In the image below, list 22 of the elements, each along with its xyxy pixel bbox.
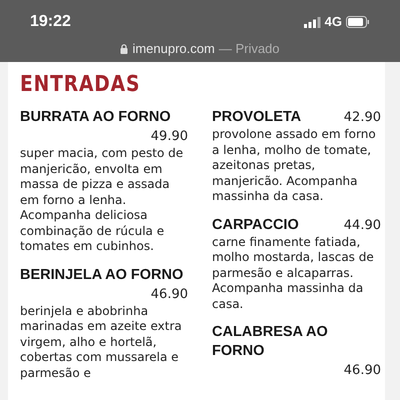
dish-description: provolone assado em forno a lenha, molho de tomate, azeitonas pretas, manjericão. Acompanha massinha da casa. <box>212 127 377 204</box>
dish-price: 46.90 <box>344 362 381 380</box>
url-domain[interactable]: imenupro.com <box>132 39 215 58</box>
dish-description: super macia, com pesto de manjericão, envolta em massa de pizza e assada em forno a lenha. Acompanha deliciosa combinação de rúcula e tomates em cubinhos. <box>20 146 184 254</box>
dish-price: 44.90 <box>344 216 381 234</box>
dish-name: PROVOLETA <box>212 108 302 127</box>
dish-price: 46.90 <box>150 286 188 304</box>
lock-icon <box>120 44 128 54</box>
private-label: — Privado <box>218 40 280 58</box>
dish-description: carne finamente fatiada, molho mostarda, lascas de parmesão e alcaparras. Acompanha massinha da casa. <box>212 234 375 312</box>
dish-description: berinjela e abobrinha marinadas em azeite extra virgem, alho e hortelã, cobertas com mussarela e parmesão e <box>20 304 183 381</box>
dish-name: BURRATA AO FORNO <box>20 108 171 127</box>
network-label: 4G <box>324 13 342 32</box>
dish-name: CARPACCIO <box>212 216 299 234</box>
section-heading: ENTRADAS <box>20 72 140 98</box>
dish-price: 42.90 <box>344 109 381 127</box>
battery-icon <box>346 16 370 28</box>
dish-name: CALABRESA AO FORNO <box>212 323 329 361</box>
signal-icon <box>304 16 321 28</box>
dish-name: BERINJELA AO FORNO <box>20 266 184 284</box>
dish-price: 49.90 <box>150 128 188 146</box>
status-time: 19:22 <box>30 12 71 32</box>
